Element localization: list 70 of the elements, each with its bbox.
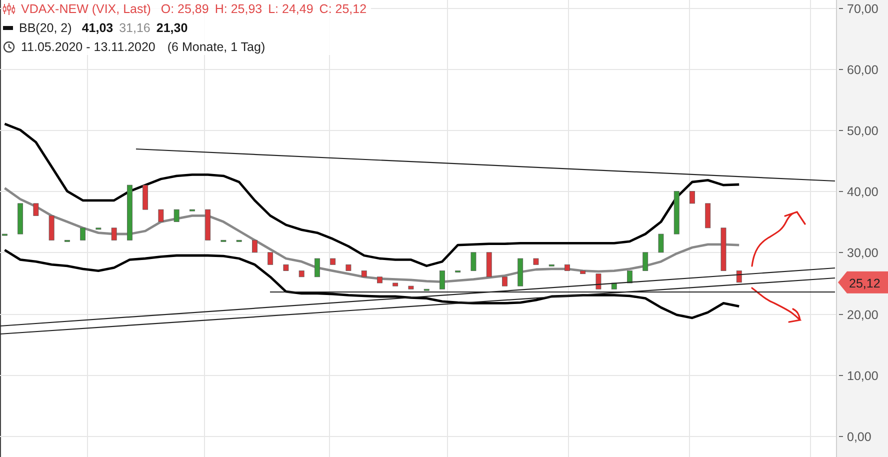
candle bbox=[33, 203, 39, 216]
quote-value: L: 24,49 bbox=[268, 2, 314, 16]
candle bbox=[690, 191, 695, 204]
candle bbox=[440, 270, 445, 290]
quote-value: H: 25,93 bbox=[214, 2, 262, 16]
candle bbox=[502, 276, 508, 286]
quote-value: C: 25,12 bbox=[319, 2, 367, 16]
candle bbox=[220, 240, 226, 242]
axis-label: 20,00 bbox=[847, 308, 878, 322]
candle bbox=[314, 258, 320, 278]
candle bbox=[283, 264, 289, 271]
candle bbox=[408, 286, 414, 290]
candle bbox=[158, 209, 164, 222]
axis-label: 70,00 bbox=[847, 2, 878, 16]
downward-arrow-drawing bbox=[751, 287, 801, 323]
candle bbox=[2, 234, 8, 236]
candle bbox=[533, 258, 539, 265]
indicator-value: 31,16 bbox=[119, 20, 150, 34]
candle bbox=[658, 234, 664, 253]
candle bbox=[596, 274, 602, 290]
instrument-name: VDAX-NEW (VIX, Last) bbox=[21, 2, 151, 16]
period-duration: (6 Monate, 1 Tag) bbox=[167, 40, 266, 54]
upward-arrow-drawing bbox=[751, 211, 806, 267]
candle bbox=[564, 264, 570, 271]
candle bbox=[736, 270, 742, 283]
line-swatch-icon bbox=[3, 26, 13, 30]
quote-value: O: 25,89 bbox=[160, 2, 209, 16]
indicator-value: 41,03 bbox=[82, 20, 114, 34]
candle bbox=[18, 203, 24, 234]
date-range: 11.05.2020 - 13.11.2020 bbox=[21, 40, 156, 54]
candle bbox=[96, 228, 102, 230]
axis-label: 60,00 bbox=[847, 63, 878, 77]
candle bbox=[470, 252, 476, 271]
candle bbox=[330, 258, 336, 265]
candle bbox=[377, 276, 382, 284]
axis-label: 30,00 bbox=[847, 246, 878, 260]
indicator-name: BB(20, 2) bbox=[19, 20, 72, 34]
candle bbox=[205, 209, 211, 240]
axis-label: 0,00 bbox=[847, 430, 872, 444]
axis-label: 40,00 bbox=[847, 185, 878, 199]
candle bbox=[705, 203, 711, 228]
candle bbox=[127, 184, 132, 240]
candle bbox=[424, 288, 430, 291]
candle bbox=[252, 240, 258, 253]
clock-icon bbox=[3, 40, 15, 52]
candle bbox=[64, 240, 70, 242]
candle bbox=[346, 264, 352, 271]
candle bbox=[627, 270, 632, 284]
candle bbox=[486, 252, 492, 278]
candle bbox=[611, 282, 617, 290]
candle bbox=[298, 270, 304, 278]
candle bbox=[361, 270, 367, 278]
candle bbox=[80, 228, 86, 240]
candle bbox=[142, 184, 148, 210]
candle bbox=[111, 228, 117, 240]
candle bbox=[674, 191, 680, 234]
candle bbox=[236, 240, 242, 242]
axis-label: 50,00 bbox=[847, 124, 878, 138]
candle bbox=[518, 258, 524, 286]
candle bbox=[720, 228, 726, 271]
candle bbox=[268, 252, 274, 265]
candle bbox=[580, 270, 586, 274]
candle bbox=[548, 264, 554, 266]
axis-label: 10,00 bbox=[847, 369, 878, 383]
indicator-value: 21,30 bbox=[156, 20, 188, 34]
candle bbox=[48, 215, 54, 240]
candle bbox=[392, 282, 398, 286]
candle bbox=[190, 209, 195, 212]
candle bbox=[642, 252, 648, 271]
candle bbox=[174, 209, 180, 222]
